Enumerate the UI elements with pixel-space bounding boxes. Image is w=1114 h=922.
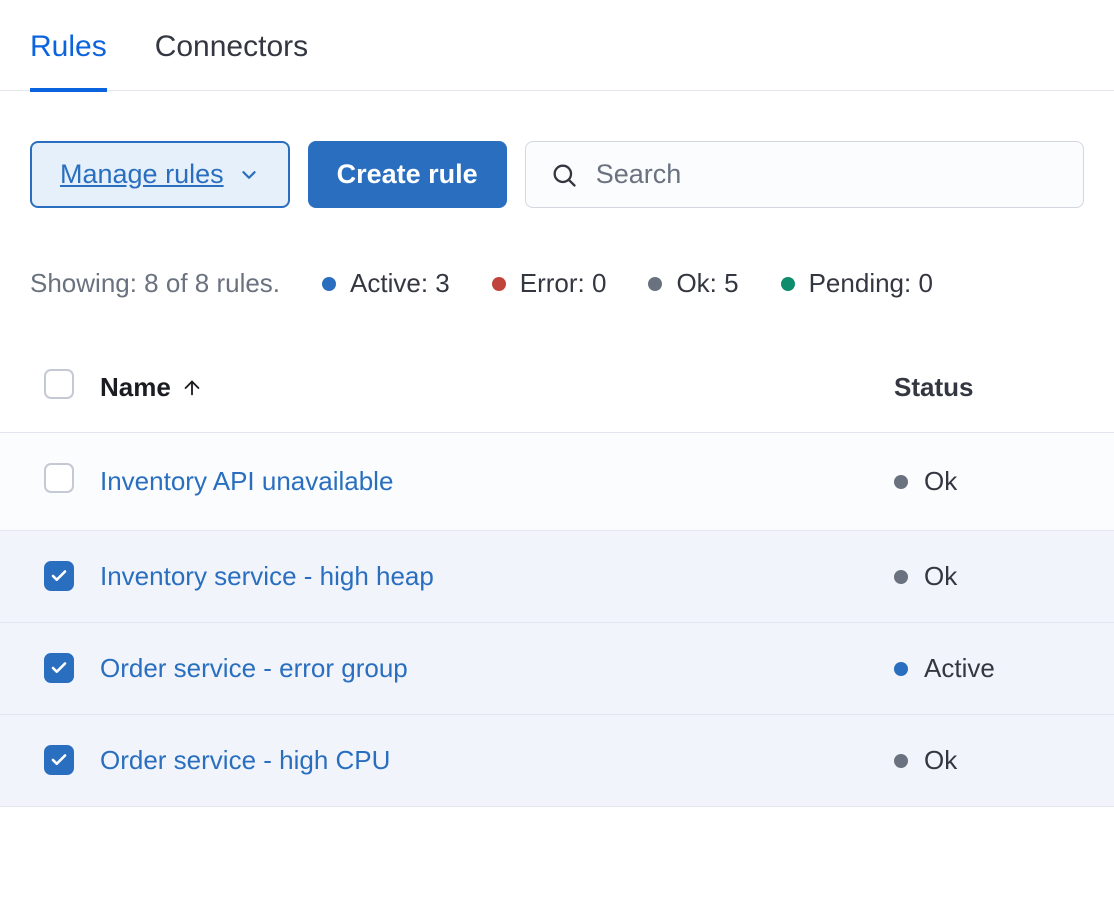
row-name-cell: Order service - high CPU [100, 745, 894, 776]
column-header-name[interactable]: Name [100, 372, 894, 403]
summary-bar: Showing: 8 of 8 rules. Active: 3 Error: … [0, 208, 1114, 299]
rule-link[interactable]: Order service - high CPU [100, 745, 390, 775]
search-icon [550, 161, 578, 189]
search-field[interactable] [525, 141, 1084, 208]
stat-pending: Pending: 0 [781, 268, 933, 299]
row-checkbox[interactable] [44, 653, 74, 683]
status-dot-active-icon [322, 277, 336, 291]
rules-table: Name Status Inventory API unavailableOkI… [0, 343, 1114, 807]
search-input[interactable] [596, 159, 1059, 190]
row-name-cell: Inventory service - high heap [100, 561, 894, 592]
row-status-label: Active [924, 653, 995, 684]
header-checkbox-cell [0, 369, 100, 406]
status-dot-icon [894, 475, 908, 489]
row-status-cell: Active [894, 653, 1114, 684]
table-body: Inventory API unavailableOkInventory ser… [0, 433, 1114, 807]
row-status-label: Ok [924, 745, 957, 776]
stat-active: Active: 3 [322, 268, 450, 299]
stat-error-label: Error: 0 [520, 268, 607, 299]
rule-link[interactable]: Order service - error group [100, 653, 408, 683]
create-rule-button[interactable]: Create rule [308, 141, 507, 208]
row-name-cell: Inventory API unavailable [100, 466, 894, 497]
row-status-label: Ok [924, 561, 957, 592]
row-checkbox-cell [0, 745, 100, 776]
check-icon [50, 659, 68, 677]
row-status-label: Ok [924, 466, 957, 497]
row-checkbox[interactable] [44, 561, 74, 591]
status-dot-error-icon [492, 277, 506, 291]
status-dot-icon [894, 570, 908, 584]
row-checkbox-cell [0, 463, 100, 500]
sort-asc-icon [181, 377, 203, 399]
toolbar: Manage rules Create rule [0, 91, 1114, 208]
column-name-label: Name [100, 372, 171, 403]
column-status-label: Status [894, 372, 973, 403]
tab-connectors[interactable]: Connectors [155, 30, 308, 92]
row-name-cell: Order service - error group [100, 653, 894, 684]
tabs: Rules Connectors [0, 0, 1114, 91]
showing-text: Showing: 8 of 8 rules. [30, 268, 280, 299]
column-header-status[interactable]: Status [894, 372, 1114, 403]
row-checkbox[interactable] [44, 745, 74, 775]
status-dot-pending-icon [781, 277, 795, 291]
select-all-checkbox[interactable] [44, 369, 74, 399]
table-row: Inventory service - high heap Ok [0, 531, 1114, 623]
stat-active-label: Active: 3 [350, 268, 450, 299]
table-header: Name Status [0, 343, 1114, 433]
manage-rules-button[interactable]: Manage rules [30, 141, 290, 208]
row-status-cell: Ok [894, 466, 1114, 497]
check-icon [50, 751, 68, 769]
row-status-cell: Ok [894, 561, 1114, 592]
stat-error: Error: 0 [492, 268, 607, 299]
rule-link[interactable]: Inventory service - high heap [100, 561, 434, 591]
table-row: Inventory API unavailable Ok [0, 433, 1114, 531]
create-rule-label: Create rule [337, 161, 478, 188]
row-checkbox[interactable] [44, 463, 74, 493]
row-status-cell: Ok [894, 745, 1114, 776]
table-row: Order service - error group Active [0, 623, 1114, 715]
stat-ok: Ok: 5 [648, 268, 738, 299]
status-dot-icon [894, 662, 908, 676]
chevron-down-icon [238, 164, 260, 186]
manage-rules-label: Manage rules [60, 161, 224, 188]
stat-pending-label: Pending: 0 [809, 268, 933, 299]
row-checkbox-cell [0, 653, 100, 684]
page: Rules Connectors Manage rules Create rul… [0, 0, 1114, 807]
row-checkbox-cell [0, 561, 100, 592]
rule-link[interactable]: Inventory API unavailable [100, 466, 393, 496]
status-dot-ok-icon [648, 277, 662, 291]
status-dot-icon [894, 754, 908, 768]
tab-rules[interactable]: Rules [30, 30, 107, 92]
stat-ok-label: Ok: 5 [676, 268, 738, 299]
check-icon [50, 567, 68, 585]
table-row: Order service - high CPU Ok [0, 715, 1114, 807]
